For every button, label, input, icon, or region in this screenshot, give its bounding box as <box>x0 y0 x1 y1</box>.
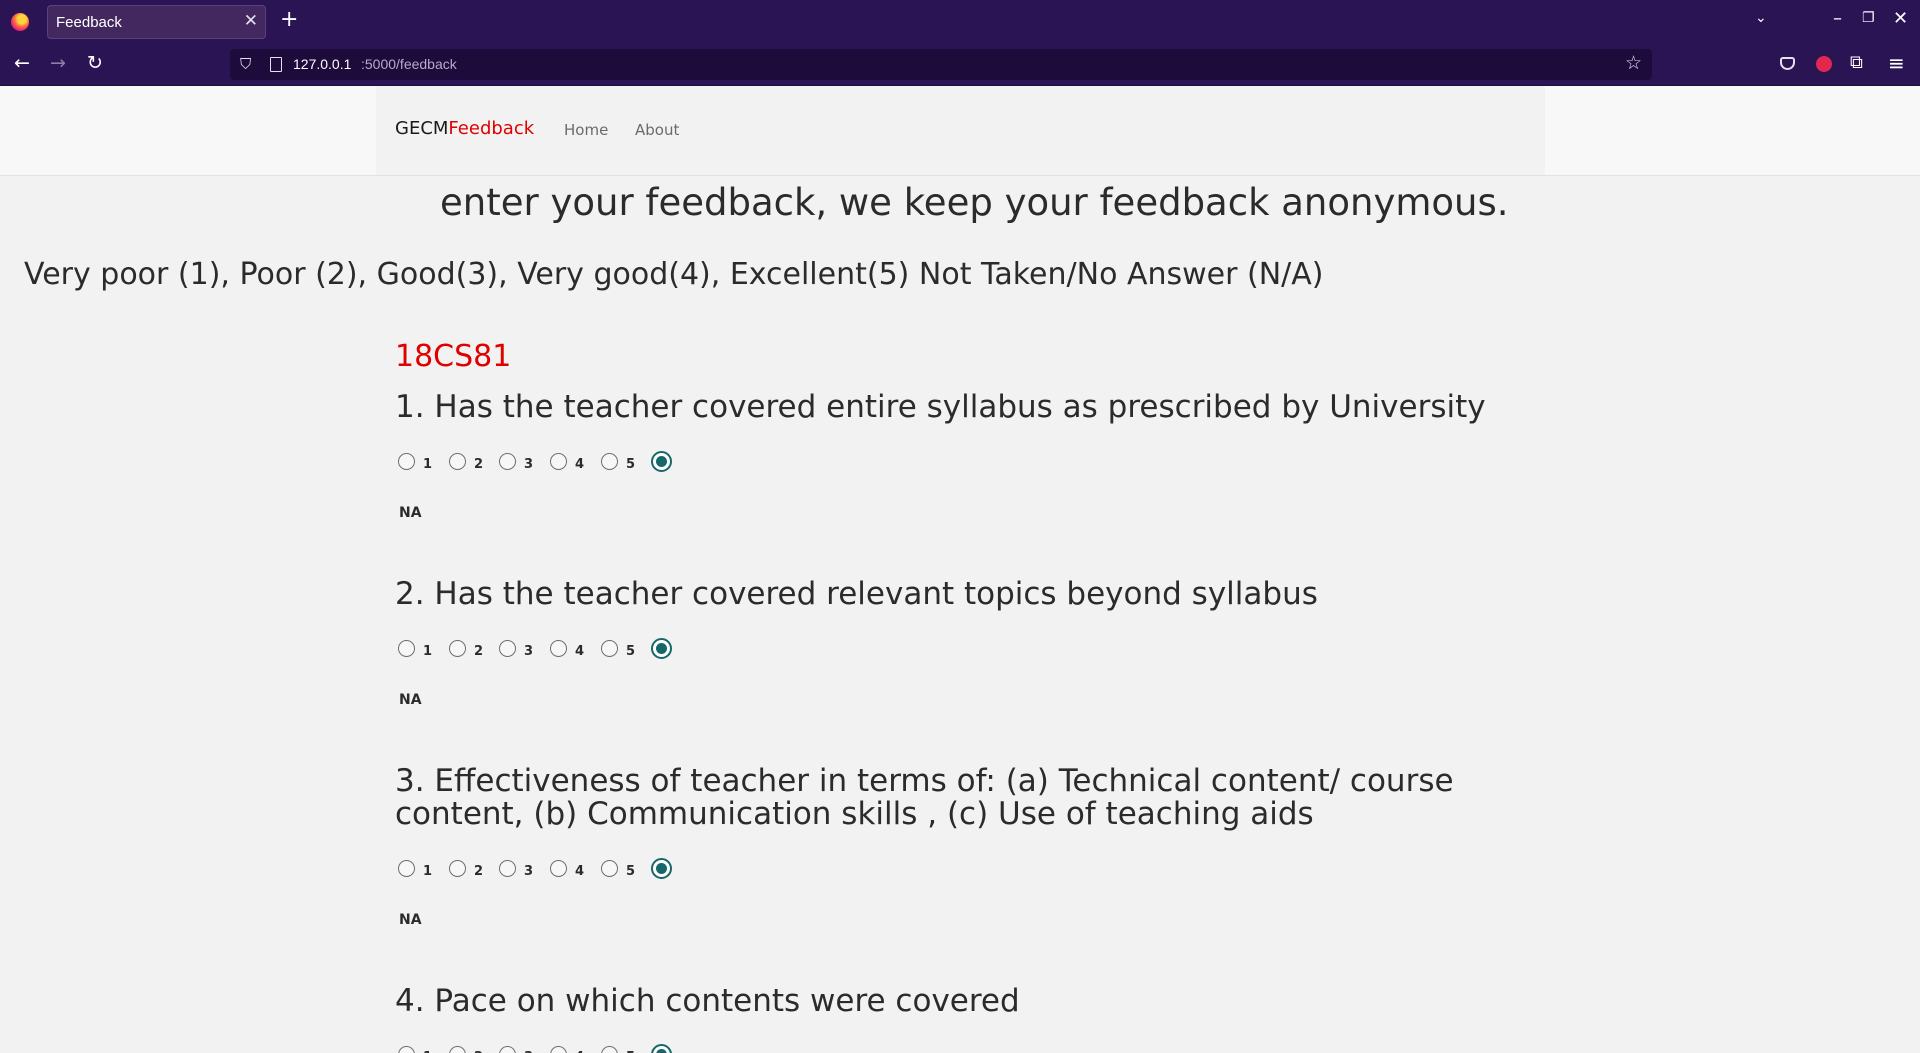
radio-button[interactable] <box>499 640 516 657</box>
rating-option-label: 1 <box>423 864 433 879</box>
radio-button[interactable] <box>601 1046 618 1053</box>
nav-link-about[interactable]: About <box>635 121 679 139</box>
site-navbar: GECMFeedback Home About <box>376 86 1545 175</box>
close-window-icon[interactable]: ✕ <box>1893 8 1908 29</box>
radio-button[interactable] <box>449 453 466 470</box>
rating-option-label: 2 <box>474 644 484 659</box>
brand-logo-link[interactable]: GECMFeedback <box>395 118 534 139</box>
radio-button[interactable] <box>601 640 618 657</box>
radio-button[interactable] <box>601 860 618 877</box>
radio-button[interactable] <box>651 638 672 659</box>
radio-button[interactable] <box>499 453 516 470</box>
back-arrow-icon[interactable]: ← <box>14 53 30 73</box>
question-text: 1. Has the teacher covered entire syllab… <box>395 389 1486 425</box>
rating-options: 1 2 3 4 5 <box>398 451 798 476</box>
close-tab-icon[interactable]: ✕ <box>244 11 258 31</box>
na-label: NA <box>399 692 422 708</box>
rating-option-label: 4 <box>575 644 585 659</box>
firefox-logo-icon <box>11 13 29 31</box>
tab-title: Feedback <box>56 14 122 31</box>
extensions-puzzle-icon[interactable]: ⧉ <box>1850 52 1863 73</box>
radio-button[interactable] <box>398 860 415 877</box>
radio-button[interactable] <box>550 453 567 470</box>
rating-option-label: 4 <box>575 864 585 879</box>
rating-option-label: 1 <box>423 644 433 659</box>
rating-option-label: 5 <box>626 457 636 472</box>
rating-scale-legend: Very poor (1), Poor (2), Good(3), Very g… <box>24 257 1324 292</box>
radio-button[interactable] <box>651 451 672 472</box>
page-info-icon[interactable] <box>270 57 282 72</box>
browser-tab-bar: Feedback ✕ + ⌄ – ❐ ✕ <box>0 0 1920 44</box>
rating-option-label: 5 <box>626 864 636 879</box>
intro-heading: enter your feedback, we keep your feedba… <box>440 181 1509 224</box>
browser-tab[interactable]: Feedback ✕ <box>47 5 266 39</box>
rating-option-label: 3 <box>524 457 534 472</box>
radio-button[interactable] <box>449 1046 466 1053</box>
restore-window-icon[interactable]: ❐ <box>1862 10 1875 26</box>
radio-button[interactable] <box>449 640 466 657</box>
rating-options: 1 2 3 4 5 <box>398 858 798 883</box>
browser-navigation-bar: ← → ↻ ⛉ 127.0.0.1 :5000/feedback ☆ ⧉ ≡ <box>0 44 1920 86</box>
brand-accent: Feedback <box>448 118 535 139</box>
page-content: GECMFeedback Home About enter your feedb… <box>0 86 1920 1053</box>
radio-button[interactable] <box>398 1046 415 1053</box>
brand-main: GECM <box>395 118 449 139</box>
radio-button[interactable] <box>601 453 618 470</box>
hamburger-menu-icon[interactable]: ≡ <box>1888 51 1905 75</box>
forward-arrow-icon[interactable]: → <box>50 53 66 73</box>
rating-options: 12345 <box>398 1044 798 1053</box>
url-bar[interactable]: ⛉ 127.0.0.1 :5000/feedback ☆ <box>230 49 1652 80</box>
radio-button[interactable] <box>550 640 567 657</box>
site-header: GECMFeedback Home About <box>0 86 1920 176</box>
radio-button[interactable] <box>651 858 672 879</box>
radio-button[interactable] <box>550 1046 567 1053</box>
na-label: NA <box>399 505 422 521</box>
question-text: 4. Pace on which contents were covered <box>395 983 1020 1019</box>
question-text: 2. Has the teacher covered relevant topi… <box>395 576 1318 612</box>
nav-link-home[interactable]: Home <box>564 121 608 139</box>
rating-option-label: 2 <box>474 457 484 472</box>
radio-button[interactable] <box>398 640 415 657</box>
rating-option-label: 1 <box>423 457 433 472</box>
rating-option-label: 3 <box>524 644 534 659</box>
pocket-icon[interactable] <box>1780 57 1795 70</box>
radio-button[interactable] <box>398 453 415 470</box>
rating-option-label: 4 <box>575 457 585 472</box>
question-text: 3. Effectiveness of teacher in terms of:… <box>395 763 1454 832</box>
bookmark-star-icon[interactable]: ☆ <box>1625 52 1642 74</box>
url-host: 127.0.0.1 <box>293 56 352 72</box>
rating-option-label: 5 <box>626 644 636 659</box>
rating-option-label: 3 <box>524 864 534 879</box>
rating-option-label: 2 <box>474 864 484 879</box>
rating-options: 1 2 3 4 5 <box>398 638 798 663</box>
reload-icon[interactable]: ↻ <box>87 53 103 73</box>
course-code-heading: 18CS81 <box>395 339 512 374</box>
new-tab-icon[interactable]: + <box>280 9 298 31</box>
radio-button[interactable] <box>499 1046 516 1053</box>
minimize-window-icon[interactable]: – <box>1833 8 1842 29</box>
radio-button[interactable] <box>550 860 567 877</box>
url-path: :5000/feedback <box>361 56 457 72</box>
na-label: NA <box>399 912 422 928</box>
radio-button[interactable] <box>449 860 466 877</box>
tab-list-chevron-icon[interactable]: ⌄ <box>1755 10 1767 26</box>
radio-button[interactable] <box>651 1044 672 1053</box>
extension-badge-icon[interactable] <box>1816 56 1832 72</box>
tracking-shield-icon[interactable]: ⛉ <box>240 55 251 73</box>
radio-button[interactable] <box>499 860 516 877</box>
